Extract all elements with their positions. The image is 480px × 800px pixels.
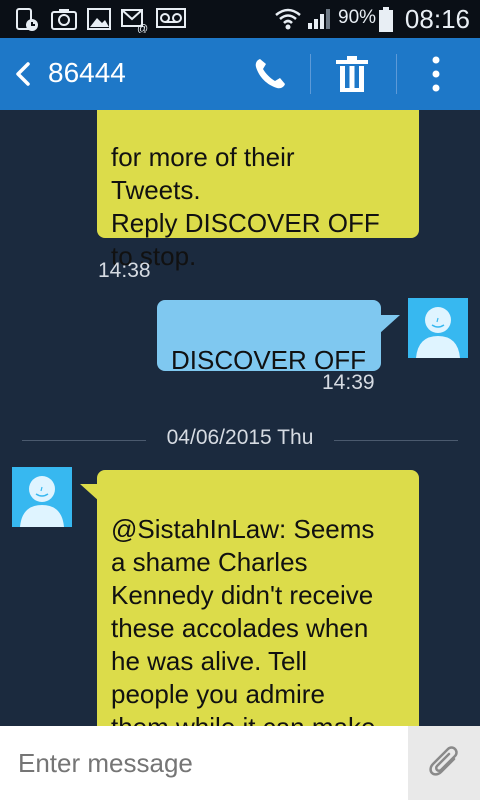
message-text: for more of their Tweets. Reply DISCOVER… — [111, 142, 380, 271]
svg-text:@: @ — [137, 23, 148, 33]
conversation-list[interactable]: for more of their Tweets. Reply DISCOVER… — [0, 110, 480, 726]
paperclip-icon — [429, 746, 458, 776]
sim-card-icon — [16, 8, 38, 31]
toolbar-divider — [310, 54, 311, 94]
wifi-icon — [275, 8, 301, 30]
camera-icon — [51, 9, 77, 30]
signal-icon — [308, 9, 330, 29]
trash-icon[interactable] — [334, 54, 370, 94]
toolbar-divider — [396, 54, 397, 94]
battery-icon — [379, 7, 393, 32]
attach-button[interactable] — [408, 726, 480, 800]
status-bar: @ 90% 08:16 — [0, 0, 480, 38]
date-divider: 04/06/2015 Thu — [166, 426, 314, 449]
message-input[interactable] — [0, 726, 408, 800]
incoming-message-bubble[interactable]: @SistahInLaw: Seems a shame Charles Kenn… — [97, 470, 419, 726]
clock: 08:16 — [404, 4, 470, 34]
voicemail-icon — [156, 8, 186, 28]
message-text: @SistahInLaw: Seems a shame Charles Kenn… — [111, 514, 375, 726]
person-avatar-icon[interactable] — [12, 467, 72, 527]
chevron-left-icon[interactable] — [10, 56, 36, 92]
contact-name[interactable]: 86444 — [48, 57, 126, 89]
person-avatar-icon[interactable] — [408, 298, 468, 358]
message-composer — [0, 726, 480, 800]
outgoing-message-bubble[interactable]: DISCOVER OFF — [157, 300, 381, 375]
phone-icon[interactable] — [250, 54, 290, 94]
message-timestamp: 14:38 — [98, 259, 151, 282]
date-divider-line-right — [334, 440, 458, 441]
message-timestamp: 14:39 — [322, 371, 375, 394]
bubble-tail — [380, 315, 400, 333]
message-notification-icon: @ — [121, 9, 148, 33]
app-bar: 86444 — [0, 38, 480, 110]
overflow-menu-icon[interactable] — [428, 54, 444, 94]
incoming-message-bubble[interactable]: for more of their Tweets. Reply DISCOVER… — [97, 110, 419, 271]
battery-percentage: 90% — [338, 7, 377, 28]
gallery-icon — [87, 8, 111, 30]
